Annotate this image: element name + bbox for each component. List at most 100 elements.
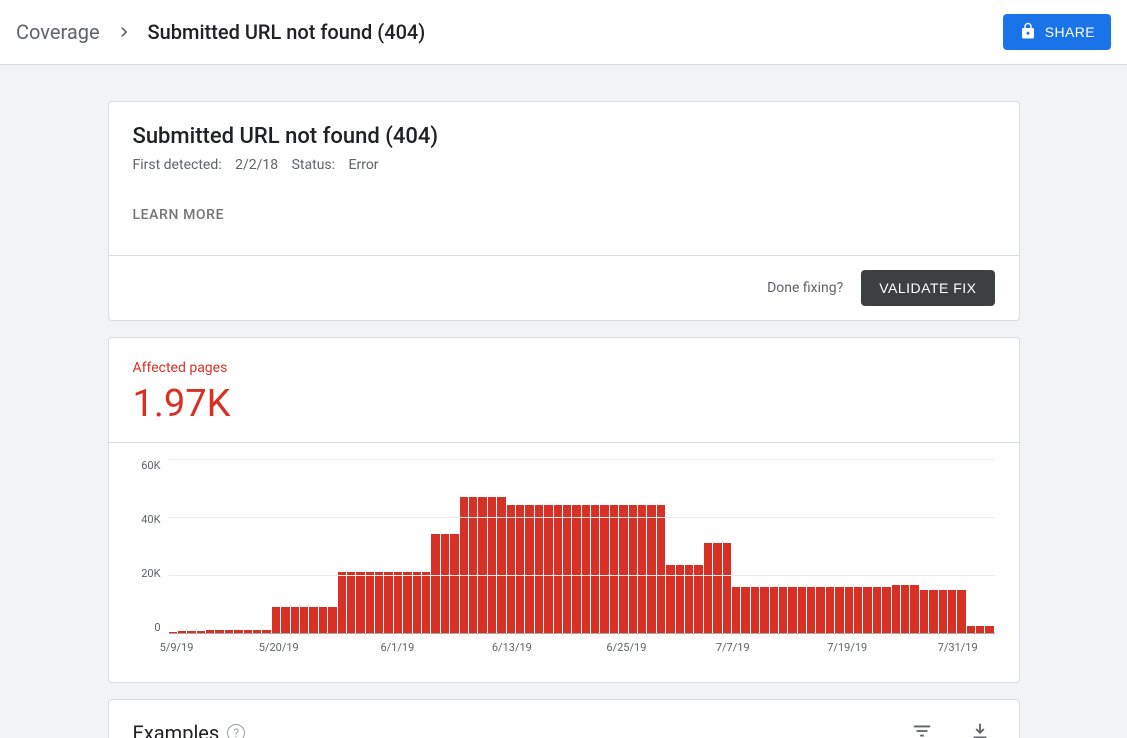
chart-bar bbox=[507, 505, 515, 633]
chart-bar bbox=[770, 587, 778, 633]
chart-bar bbox=[582, 505, 590, 633]
help-icon[interactable]: ? bbox=[227, 724, 245, 738]
chart-bar bbox=[610, 505, 618, 633]
chart-bar bbox=[206, 630, 214, 633]
chart-bar bbox=[225, 630, 233, 633]
filter-button[interactable] bbox=[907, 716, 937, 738]
header-bar: Coverage Submitted URL not found (404) S… bbox=[0, 0, 1127, 64]
chart-bar bbox=[328, 607, 336, 633]
chart-bar bbox=[366, 572, 374, 633]
chart-bar bbox=[356, 572, 364, 633]
breadcrumb: Coverage Submitted URL not found (404) bbox=[16, 20, 425, 44]
chart-bar bbox=[554, 505, 562, 633]
issue-title: Submitted URL not found (404) bbox=[133, 124, 995, 149]
chart-bar bbox=[525, 505, 533, 633]
chart-bar bbox=[544, 505, 552, 633]
chart-bar bbox=[723, 543, 731, 633]
chart-bar bbox=[347, 572, 355, 633]
chart-card: Affected pages 1.97K 60K 40K 20K 0 5/9/19 5/… bbox=[108, 337, 1020, 683]
metric-label: Affected pages bbox=[133, 360, 995, 376]
x-tick: 5/20/19 bbox=[259, 641, 299, 654]
chart-bar bbox=[629, 505, 637, 633]
gridline bbox=[169, 575, 995, 576]
y-tick: 40K bbox=[141, 513, 160, 526]
learn-more-link[interactable]: LEARN MORE bbox=[133, 207, 225, 223]
chart-bar bbox=[751, 587, 759, 633]
chart-bar bbox=[178, 631, 186, 633]
chart-bar bbox=[826, 587, 834, 633]
chart-bar bbox=[413, 572, 421, 633]
chart-bar bbox=[291, 607, 299, 633]
y-tick: 0 bbox=[154, 621, 160, 634]
metric-value: 1.97K bbox=[133, 382, 995, 426]
chart-bar bbox=[939, 590, 947, 634]
y-tick: 20K bbox=[141, 567, 160, 580]
chart-bar bbox=[403, 572, 411, 633]
chart-bar bbox=[647, 505, 655, 633]
chart-bar bbox=[657, 505, 665, 633]
chart-bar bbox=[253, 630, 261, 633]
x-tick: 5/9/19 bbox=[160, 641, 194, 654]
chart-bar bbox=[845, 587, 853, 633]
chart-bar bbox=[309, 607, 317, 633]
x-tick: 7/31/19 bbox=[938, 641, 978, 654]
chart-bar bbox=[215, 630, 223, 633]
chart-bar bbox=[244, 630, 252, 633]
main-area: Submitted URL not found (404) First dete… bbox=[0, 65, 1127, 738]
done-fixing-label: Done fixing? bbox=[767, 280, 843, 296]
chart-bar bbox=[319, 607, 327, 633]
share-button[interactable]: SHARE bbox=[1003, 14, 1111, 50]
chart-bar bbox=[704, 543, 712, 633]
chart-bar bbox=[863, 587, 871, 633]
x-tick: 7/7/19 bbox=[716, 641, 750, 654]
chart-bar bbox=[892, 585, 900, 633]
chart-bar bbox=[873, 587, 881, 633]
breadcrumb-root[interactable]: Coverage bbox=[16, 20, 100, 44]
chart-bar bbox=[760, 587, 768, 633]
chart-bar bbox=[910, 585, 918, 633]
x-tick: 7/19/19 bbox=[827, 641, 867, 654]
download-icon bbox=[969, 730, 991, 738]
chart-bar bbox=[572, 505, 580, 633]
chart-bar bbox=[638, 505, 646, 633]
examples-card: Examples ? bbox=[108, 699, 1020, 738]
x-axis: 5/9/195/20/196/1/196/13/196/25/197/7/197… bbox=[177, 634, 995, 660]
x-tick: 6/1/19 bbox=[380, 641, 414, 654]
issue-card: Submitted URL not found (404) First dete… bbox=[108, 101, 1020, 321]
validate-fix-button[interactable]: VALIDATE FIX bbox=[861, 270, 994, 306]
chart-bar bbox=[281, 607, 289, 633]
share-button-label: SHARE bbox=[1045, 24, 1095, 40]
y-tick: 60K bbox=[141, 459, 160, 472]
chart-bar bbox=[272, 607, 280, 633]
chart-bar bbox=[422, 572, 430, 633]
x-tick: 6/25/19 bbox=[606, 641, 646, 654]
chart-bar bbox=[338, 572, 346, 633]
chart-bar bbox=[394, 572, 402, 633]
download-button[interactable] bbox=[965, 716, 995, 738]
chart-bar bbox=[920, 590, 928, 634]
breadcrumb-leaf: Submitted URL not found (404) bbox=[148, 20, 426, 44]
chart-bar bbox=[591, 505, 599, 633]
chart-bar bbox=[798, 587, 806, 633]
issue-subtitle: First detected: 2/2/18 Status: Error bbox=[133, 157, 995, 173]
chart-bar bbox=[431, 534, 439, 633]
chart-bar bbox=[375, 572, 383, 633]
chart-bar bbox=[816, 587, 824, 633]
filter-icon bbox=[911, 730, 933, 738]
chart-bar bbox=[713, 543, 721, 633]
chart-bars bbox=[169, 459, 995, 633]
chart-bar bbox=[600, 505, 608, 633]
chart-bar bbox=[976, 626, 984, 633]
chart-bar bbox=[450, 534, 458, 633]
chart-bar bbox=[741, 587, 749, 633]
chart-bar bbox=[948, 590, 956, 634]
chart-bar bbox=[779, 587, 787, 633]
chart-bar bbox=[187, 631, 195, 633]
chart-bar bbox=[854, 587, 862, 633]
chart-bar bbox=[516, 505, 524, 633]
chart-bar bbox=[882, 587, 890, 633]
gridline bbox=[169, 459, 995, 460]
examples-title: Examples bbox=[133, 721, 220, 738]
chart-bar bbox=[807, 587, 815, 633]
chart-bar bbox=[901, 585, 909, 633]
